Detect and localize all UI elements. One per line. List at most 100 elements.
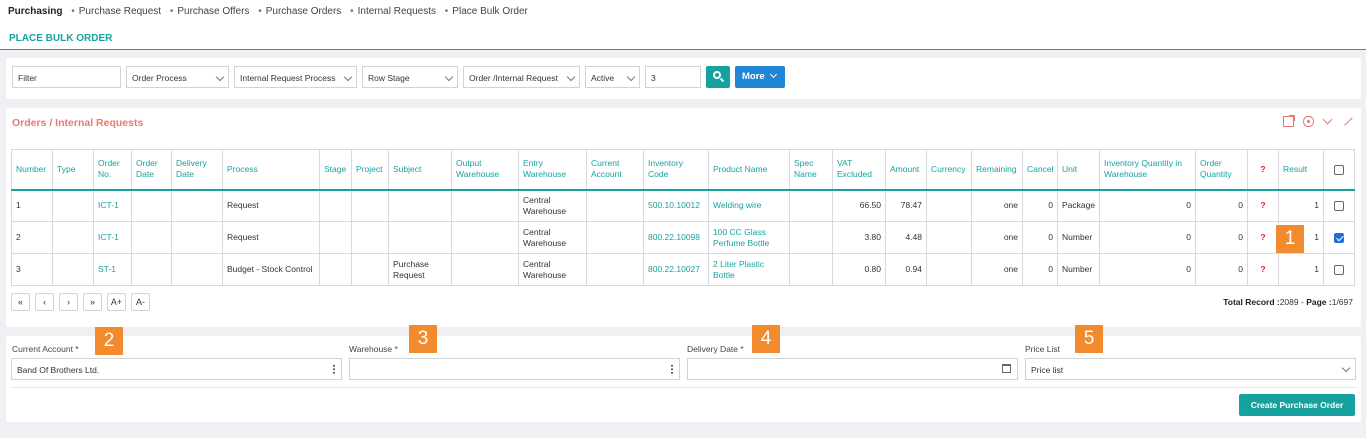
current-account-field[interactable]: Band Of Brothers Ltd.	[11, 358, 342, 380]
column-header[interactable]: Process	[222, 149, 320, 191]
column-header[interactable]: Output Warehouse	[451, 149, 519, 191]
breadcrumb-separator: •	[71, 6, 75, 17]
cell-product-name[interactable]: Welding wire	[708, 189, 790, 222]
breadcrumb-purchase-orders[interactable]: Purchase Orders	[266, 6, 342, 17]
column-header[interactable]: Current Account	[586, 149, 644, 191]
chevron-down-icon	[215, 72, 225, 82]
order-internal-request-select[interactable]: Order /Internal Request	[463, 66, 580, 88]
cell-order-no[interactable]: ICT-1	[93, 221, 132, 254]
cell-entry-warehouse: Central Warehouse	[518, 189, 587, 222]
cell-order-no[interactable]: ICT-1	[93, 189, 132, 222]
column-header[interactable]: VAT Excluded	[832, 149, 886, 191]
cell-stage	[319, 221, 352, 254]
more-button[interactable]: More	[735, 66, 785, 88]
cell-amount: 78.47	[885, 189, 927, 222]
warehouse-field[interactable]	[349, 358, 680, 380]
column-header[interactable]: Project	[351, 149, 389, 191]
question-icon[interactable]: ?	[1247, 189, 1279, 222]
cell-product-name[interactable]: 100 CC Glass Perfume Bottle	[708, 221, 790, 254]
column-header[interactable]: Stage	[319, 149, 352, 191]
cell-number: 3	[11, 253, 53, 286]
top-bar: Purchasing • Purchase Request • Purchase O…	[0, 0, 1366, 50]
select-all-checkbox[interactable]	[1334, 164, 1344, 175]
column-header[interactable]: Type	[52, 149, 94, 191]
column-header[interactable]: Product Name	[708, 149, 790, 191]
next-page-button[interactable]: ›	[59, 293, 78, 311]
breadcrumb-internal-requests[interactable]: Internal Requests	[358, 6, 436, 17]
count-input[interactable]: 3	[645, 66, 701, 88]
delivery-date-field[interactable]	[687, 358, 1018, 380]
search-button[interactable]	[706, 66, 730, 88]
column-header[interactable]: Entry Warehouse	[518, 149, 587, 191]
row-select-cell	[1323, 253, 1355, 286]
create-purchase-order-button[interactable]: Create Purchase Order	[1239, 394, 1355, 416]
chevron-down-icon	[343, 72, 353, 82]
chevron-down-icon[interactable]	[1322, 116, 1333, 127]
cell-delivery-date	[171, 221, 223, 254]
cell-currency	[926, 221, 972, 254]
column-header[interactable]: Order Quantity	[1195, 149, 1248, 191]
breadcrumb-purchasing[interactable]: Purchasing	[8, 6, 62, 17]
column-header[interactable]: Spec Name	[789, 149, 833, 191]
cell-order-no[interactable]: ST-1	[93, 253, 132, 286]
internal-request-process-value: Internal Request Process	[240, 73, 336, 83]
order-process-select[interactable]: Order Process	[126, 66, 229, 88]
column-header[interactable]: Subject	[388, 149, 452, 191]
price-list-select[interactable]: Price list	[1025, 358, 1356, 380]
calendar-icon[interactable]	[1002, 364, 1011, 373]
cell-cancel: 0	[1022, 189, 1058, 222]
column-header[interactable]: Currency	[926, 149, 972, 191]
table-row[interactable]: 3 ST-1 Budget - Stock Control Purchase Requ…	[11, 253, 1355, 286]
question-icon[interactable]: ?	[1247, 221, 1279, 254]
cell-product-name[interactable]: 2 Liter Plastic Bottle	[708, 253, 790, 286]
prev-page-button[interactable]: ‹	[35, 293, 54, 311]
cell-entry-warehouse: Central Warehouse	[518, 253, 587, 286]
expand-icon[interactable]	[1342, 116, 1353, 127]
filter-input[interactable]: Filter	[12, 66, 121, 88]
cell-order-qty: 0	[1195, 221, 1248, 254]
font-increase-button[interactable]: A+	[107, 293, 126, 311]
more-vertical-icon[interactable]	[333, 364, 335, 374]
breadcrumb-place-bulk-order[interactable]: Place Bulk Order	[452, 6, 528, 17]
font-decrease-button[interactable]: A-	[131, 293, 150, 311]
more-vertical-icon[interactable]	[671, 364, 673, 374]
cell-result: 1	[1278, 253, 1324, 286]
chevron-down-icon	[1341, 363, 1351, 373]
question-icon[interactable]: ?	[1247, 149, 1279, 191]
column-header[interactable]: Order Date	[131, 149, 172, 191]
column-header[interactable]: Inventory Quantity in Warehouse	[1099, 149, 1196, 191]
status-select[interactable]: Active	[585, 66, 640, 88]
internal-request-process-select[interactable]: Internal Request Process	[234, 66, 357, 88]
row-select-checkbox[interactable]	[1334, 201, 1344, 211]
column-header[interactable]: Unit	[1057, 149, 1100, 191]
column-header[interactable]: Inventory Code	[643, 149, 709, 191]
column-header[interactable]: Order No.	[93, 149, 132, 191]
cell-inventory-code[interactable]: 500.10.10012	[643, 189, 709, 222]
breadcrumb-purchase-request[interactable]: Purchase Request	[79, 6, 161, 17]
row-stage-select[interactable]: Row Stage	[362, 66, 458, 88]
column-header[interactable]: Remaining	[971, 149, 1023, 191]
cell-inventory-code[interactable]: 800.22.10027	[643, 253, 709, 286]
column-header[interactable]: Number	[11, 149, 53, 191]
current-account-value: Band Of Brothers Ltd.	[17, 365, 100, 375]
eye-icon[interactable]	[1302, 116, 1314, 127]
cell-inventory-code[interactable]: 800.22.10098	[643, 221, 709, 254]
table-row[interactable]: 1 ICT-1 Request Central Warehouse 500.10.100…	[11, 189, 1355, 222]
breadcrumb-purchase-offers[interactable]: Purchase Offers	[177, 6, 249, 17]
first-page-button[interactable]: «	[11, 293, 30, 311]
column-header[interactable]: Delivery Date	[171, 149, 223, 191]
last-page-button[interactable]: »	[83, 293, 102, 311]
orders-table: Number Type Order No. Order Date Deliver…	[11, 149, 1355, 286]
row-select-checkbox[interactable]	[1334, 232, 1344, 243]
chevron-down-icon	[769, 70, 778, 79]
row-select-checkbox[interactable]	[1334, 264, 1344, 275]
order-internal-request-value: Order /Internal Request	[469, 73, 558, 83]
export-icon[interactable]	[1283, 115, 1296, 127]
chevron-down-icon	[444, 72, 454, 82]
column-header[interactable]: Result	[1278, 149, 1324, 191]
column-header[interactable]: Amount	[885, 149, 927, 191]
table-row[interactable]: 2 ICT-1 Request Central Warehouse 800.22.100…	[11, 221, 1355, 254]
question-icon[interactable]: ?	[1247, 253, 1279, 286]
cell-remaining: one	[971, 189, 1023, 222]
column-header[interactable]: Cancel	[1022, 149, 1058, 191]
